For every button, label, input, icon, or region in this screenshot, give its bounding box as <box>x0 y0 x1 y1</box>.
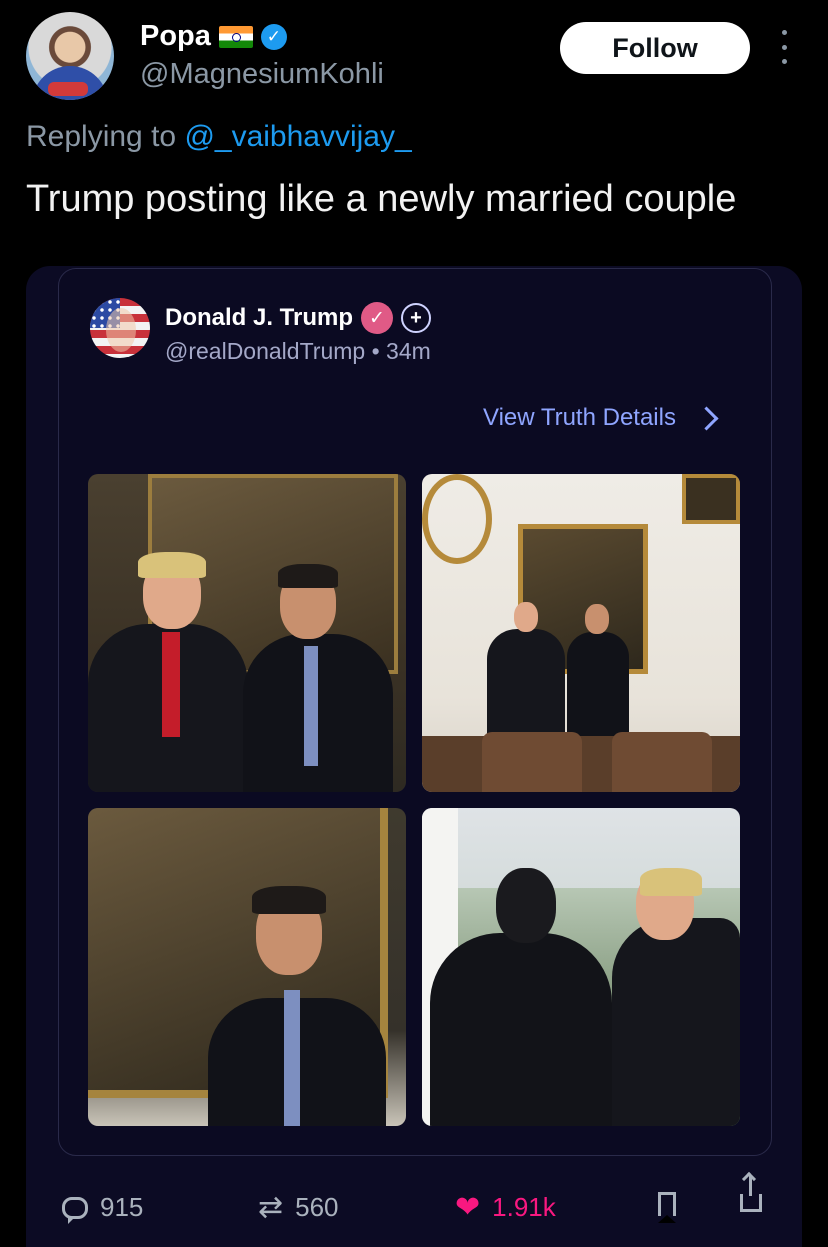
tweet-text: Trump posting like a newly married coupl… <box>26 178 737 220</box>
replying-to-link[interactable]: @_vaibhavvijay_ <box>184 120 411 153</box>
view-truth-details-link[interactable]: View Truth Details <box>483 404 719 432</box>
replying-to: Replying to @_vaibhavvijay_ <box>26 120 412 154</box>
reply-count: 915 <box>100 1192 144 1222</box>
retweet-icon: ⇄ <box>258 1190 284 1224</box>
like-button[interactable]: ❤ 1.91k <box>455 1192 556 1223</box>
bookmark-icon <box>658 1192 676 1223</box>
india-flag-icon <box>218 25 253 48</box>
meta-separator: • <box>371 338 380 364</box>
share-button[interactable] <box>740 1176 762 1212</box>
share-icon <box>740 1176 762 1212</box>
author-handle[interactable]: @MagnesiumKohli <box>140 58 384 91</box>
reply-icon <box>62 1196 88 1224</box>
photo-4[interactable] <box>422 808 740 1126</box>
retweet-count: 560 <box>295 1192 339 1222</box>
avatar-shirt-stripe <box>48 82 88 96</box>
more-options-icon[interactable] <box>776 30 792 64</box>
action-bar: 915 ⇄ 560 ❤ 1.91k <box>0 1176 828 1240</box>
truth-author-meta: @realDonaldTrump • 34m <box>165 338 431 365</box>
heart-icon: ❤ <box>455 1190 481 1224</box>
replying-prefix: Replying to <box>26 120 177 153</box>
author-name-row[interactable]: Popa ✓ <box>140 20 287 53</box>
verified-badge-icon: ✓ <box>260 23 287 50</box>
truth-author-handle[interactable]: @realDonaldTrump <box>165 338 365 364</box>
like-count: 1.91k <box>492 1192 556 1222</box>
post-time: 34m <box>386 338 431 364</box>
reply-button[interactable]: 915 <box>62 1192 144 1224</box>
bookmark-button[interactable] <box>658 1192 676 1223</box>
photo-2[interactable] <box>422 474 740 792</box>
retweet-button[interactable]: ⇄ 560 <box>258 1192 339 1223</box>
author-name[interactable]: Popa <box>140 20 211 53</box>
follow-button[interactable]: Follow <box>560 22 750 74</box>
truth-verified-badge-icon: ✓ <box>361 302 394 334</box>
follow-plus-icon[interactable]: + <box>401 303 432 333</box>
truth-author-avatar[interactable] <box>90 298 150 358</box>
truth-author-name-row[interactable]: Donald J. Trump ✓ + <box>165 302 432 334</box>
photo-3[interactable] <box>88 808 406 1126</box>
view-truth-details-label: View Truth Details <box>483 404 676 431</box>
photo-1[interactable] <box>88 474 406 792</box>
chevron-right-icon <box>694 405 719 431</box>
author-avatar[interactable] <box>26 12 114 100</box>
truth-author-name[interactable]: Donald J. Trump <box>165 304 353 332</box>
